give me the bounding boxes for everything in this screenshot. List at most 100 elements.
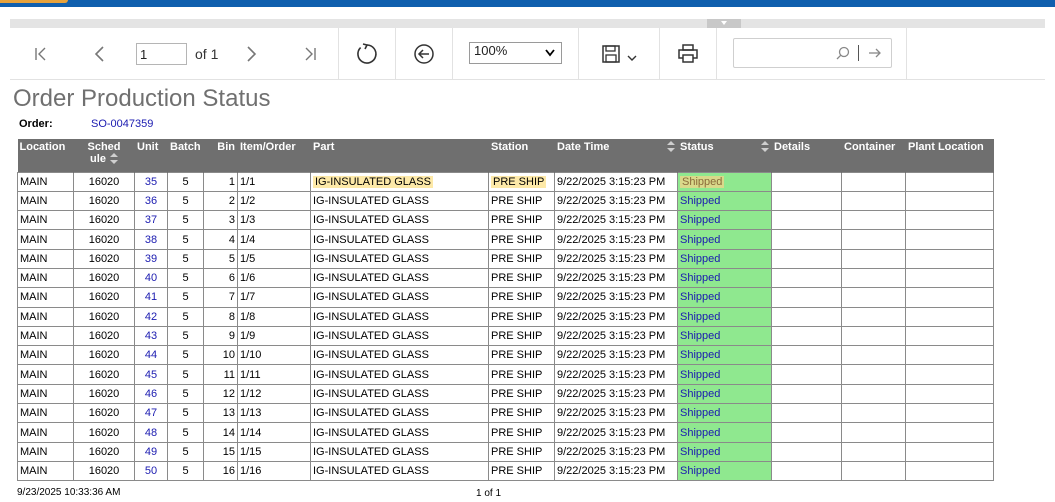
location-cell: MAIN <box>17 403 74 424</box>
previous-page-button[interactable] <box>86 40 114 68</box>
app-accent-tab[interactable] <box>0 0 68 3</box>
unit-link-cell[interactable]: 44 <box>134 345 168 366</box>
table-row: MAIN 16020 46 5 12 1/12 IG-INSULATED GLASS PRE … <box>17 383 994 405</box>
column-header-status[interactable]: Status <box>677 139 772 172</box>
print-button[interactable] <box>674 40 702 68</box>
find-separator <box>858 45 859 61</box>
unit-link-cell[interactable]: 36 <box>134 190 168 212</box>
column-header-date-time[interactable]: Date Time <box>554 139 678 172</box>
schedule-cell: 16020 <box>73 267 135 289</box>
details-cell <box>771 403 842 424</box>
zoom-select[interactable]: 100% <box>469 42 562 64</box>
item-order-cell: 1/16 <box>237 460 311 482</box>
station-cell: PRE SHIP <box>488 229 555 250</box>
plant-location-cell <box>905 345 994 366</box>
unit-link-cell[interactable]: 49 <box>134 441 168 462</box>
next-page-button[interactable] <box>237 40 265 68</box>
container-cell <box>841 171 906 192</box>
last-page-button[interactable] <box>296 40 324 68</box>
back-arrow-circle-icon <box>414 44 434 64</box>
bin-cell: 9 <box>203 325 238 347</box>
toolbar-group-print <box>660 28 717 80</box>
unit-link-cell[interactable]: 43 <box>134 325 168 347</box>
station-cell: PRE SHIP <box>488 248 555 269</box>
column-header-bin[interactable]: Bin <box>203 139 238 172</box>
column-header-location[interactable]: Location <box>17 139 74 172</box>
date-time-cell: 9/22/2025 3:15:23 PM <box>554 190 678 212</box>
batch-cell: 5 <box>167 383 204 405</box>
find-next-arrow-icon[interactable] <box>868 47 882 59</box>
details-cell <box>771 248 842 269</box>
unit-link-cell[interactable]: 47 <box>134 403 168 424</box>
column-header-part[interactable]: Part <box>310 139 489 172</box>
column-header-container[interactable]: Container <box>841 139 906 172</box>
item-order-cell: 1/7 <box>237 287 311 308</box>
printer-icon <box>678 44 698 63</box>
back-to-parent-button[interactable] <box>410 40 438 68</box>
unit-link-cell[interactable]: 42 <box>134 306 168 327</box>
column-header-schedule[interactable]: Sched ule <box>73 139 135 172</box>
status-cell: Shipped <box>677 306 772 327</box>
splitter-collapse-handle[interactable] <box>707 19 741 28</box>
column-header-plant-location[interactable]: Plant Location <box>905 139 994 172</box>
table-row: MAIN 16020 35 5 1 1/1 IG-INSULATED GLASS PRE SH… <box>17 171 994 192</box>
chevron-down-icon <box>545 49 555 57</box>
page-number-input[interactable] <box>136 43 187 65</box>
column-header-item-order[interactable]: Item/Order <box>237 139 311 172</box>
column-header-unit[interactable]: Unit <box>134 139 168 172</box>
unit-link-cell[interactable]: 38 <box>134 229 168 250</box>
column-header-station[interactable]: Station <box>488 139 555 172</box>
find-text-input[interactable] <box>738 44 828 62</box>
unit-link-cell[interactable]: 41 <box>134 287 168 308</box>
station-cell: PRE SHIP <box>488 345 555 366</box>
plant-location-cell <box>905 441 994 462</box>
item-order-cell: 1/5 <box>237 248 311 269</box>
container-cell <box>841 210 906 231</box>
unit-link-cell[interactable]: 35 <box>134 171 168 192</box>
plant-location-cell <box>905 267 994 289</box>
sort-icon[interactable] <box>109 153 118 165</box>
batch-cell: 5 <box>167 171 204 192</box>
schedule-cell: 16020 <box>73 403 135 424</box>
unit-link-cell[interactable]: 40 <box>134 267 168 289</box>
panel-splitter[interactable] <box>10 19 1045 28</box>
column-header-details[interactable]: Details <box>771 139 842 172</box>
bin-cell: 10 <box>203 345 238 366</box>
sort-icon[interactable] <box>667 141 675 153</box>
unit-link-cell[interactable]: 48 <box>134 422 168 443</box>
sort-icon[interactable] <box>761 141 769 153</box>
container-cell <box>841 403 906 424</box>
bin-cell: 3 <box>203 210 238 231</box>
search-icon[interactable] <box>836 46 850 60</box>
schedule-cell: 16020 <box>73 171 135 192</box>
unit-link-cell[interactable]: 37 <box>134 210 168 231</box>
unit-link-cell[interactable]: 50 <box>134 460 168 482</box>
item-order-cell: 1/4 <box>237 229 311 250</box>
container-cell <box>841 190 906 212</box>
unit-link-cell[interactable]: 39 <box>134 248 168 269</box>
refresh-icon <box>357 43 377 64</box>
schedule-cell: 16020 <box>73 287 135 308</box>
export-button[interactable] <box>595 40 643 68</box>
location-cell: MAIN <box>17 422 74 443</box>
part-cell: IG-INSULATED GLASS <box>310 364 489 385</box>
location-cell: MAIN <box>17 210 74 231</box>
refresh-button[interactable] <box>353 40 381 68</box>
column-header-batch[interactable]: Batch <box>167 139 204 172</box>
order-number-link[interactable]: SO-0047359 <box>91 118 153 130</box>
table-row: MAIN 16020 43 5 9 1/9 IG-INSULATED GLASS PRE SH… <box>17 325 994 347</box>
station-cell: PRE SHIP <box>488 460 555 482</box>
unit-link-cell[interactable]: 46 <box>134 383 168 405</box>
batch-cell: 5 <box>167 306 204 327</box>
date-time-cell: 9/22/2025 3:15:23 PM <box>554 171 678 192</box>
first-page-button[interactable] <box>27 40 55 68</box>
plant-location-cell <box>905 190 994 212</box>
station-cell: PRE SHIP <box>488 171 555 192</box>
date-time-cell: 9/22/2025 3:15:23 PM <box>554 460 678 482</box>
station-cell: PRE SHIP <box>488 190 555 212</box>
chevron-right-icon <box>247 46 257 62</box>
unit-link-cell[interactable]: 45 <box>134 364 168 385</box>
status-cell: Shipped <box>677 345 772 366</box>
status-cell: Shipped <box>677 441 772 462</box>
batch-cell: 5 <box>167 422 204 443</box>
